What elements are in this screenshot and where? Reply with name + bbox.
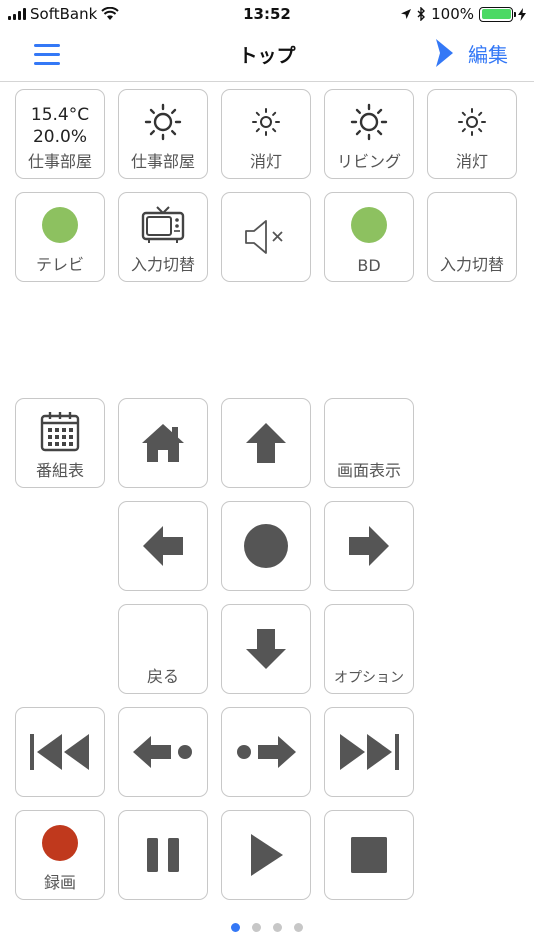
humidity-value: 20.0% (32, 127, 87, 147)
charging-icon (518, 7, 526, 21)
down-button[interactable] (221, 604, 311, 694)
light-work-room-label: 仕事部屋 (130, 152, 195, 171)
option-button[interactable]: オプション (324, 604, 414, 694)
env-sensor-button[interactable]: 15.4°C 20.0% 仕事部屋 (15, 89, 105, 179)
option-label: オプション (334, 670, 404, 686)
record-button[interactable]: 録画 (15, 810, 105, 900)
power-on-indicator-icon (42, 207, 78, 243)
back-button[interactable]: 戻る (118, 604, 208, 694)
nav-bar: トップ 編集 (0, 28, 534, 82)
light-off-living-label: 消灯 (455, 152, 488, 171)
record-icon (42, 825, 78, 861)
tv-icon (141, 206, 185, 243)
status-bar: SoftBank 13:52 100% (0, 0, 534, 28)
power-on-indicator-icon (351, 207, 387, 243)
stop-icon (351, 837, 387, 873)
fast-forward-button[interactable] (221, 707, 311, 797)
enter-circle-icon (244, 524, 288, 568)
tv-input-switch-label: 入力切替 (130, 255, 195, 274)
rewind-button[interactable] (118, 707, 208, 797)
mute-button[interactable] (221, 192, 311, 282)
sun-icon (350, 103, 388, 141)
play-icon (251, 834, 283, 876)
skip-next-button[interactable] (324, 707, 414, 797)
screen-display-button[interactable]: 画面表示 (324, 398, 414, 488)
back-label: 戻る (146, 667, 179, 686)
sun-small-icon (252, 108, 280, 136)
mute-icon (245, 220, 283, 254)
pause-icon (147, 838, 179, 872)
bd-input-switch-button[interactable]: 入力切替 (427, 192, 517, 282)
arrow-left-icon (143, 526, 183, 566)
light-work-room-button[interactable]: 仕事部屋 (118, 89, 208, 179)
arrow-up-icon (246, 423, 286, 463)
play-arrow-icon (436, 39, 453, 67)
enter-button[interactable] (221, 501, 311, 591)
record-label: 録画 (43, 873, 76, 892)
location-icon (401, 9, 412, 19)
program-guide-button[interactable]: 番組表 (15, 398, 105, 488)
arrow-right-icon (349, 526, 389, 566)
tv-power-button[interactable]: テレビ (15, 192, 105, 282)
bd-input-switch-label: 入力切替 (439, 255, 504, 274)
tv-label: テレビ (35, 255, 84, 274)
right-button[interactable] (324, 501, 414, 591)
sun-small-icon (458, 108, 486, 136)
page-dot[interactable] (231, 923, 240, 932)
rewind-icon (133, 736, 192, 768)
page-dot[interactable] (252, 923, 261, 932)
light-off-work-button[interactable]: 消灯 (221, 89, 311, 179)
play-button[interactable] (221, 810, 311, 900)
battery-percent: 100% (431, 5, 474, 23)
tv-input-switch-button[interactable]: 入力切替 (118, 192, 208, 282)
stop-button[interactable] (324, 810, 414, 900)
edit-label: 編集 (468, 42, 508, 67)
light-living-button[interactable]: リビング (324, 89, 414, 179)
skip-previous-icon (30, 734, 89, 770)
skip-next-icon (340, 734, 399, 770)
page-indicator[interactable] (0, 923, 534, 932)
up-button[interactable] (221, 398, 311, 488)
bd-label: BD (357, 256, 381, 275)
battery-icon (479, 6, 516, 22)
temperature-value: 15.4°C (30, 105, 90, 125)
edit-button[interactable]: 編集 (434, 38, 508, 68)
sun-icon (144, 103, 182, 141)
env-room-label: 仕事部屋 (27, 152, 92, 171)
left-button[interactable] (118, 501, 208, 591)
light-living-label: リビング (336, 152, 401, 171)
bluetooth-icon (417, 7, 426, 21)
arrow-down-icon (246, 629, 286, 669)
screen-display-label: 画面表示 (336, 461, 401, 480)
calendar-icon (40, 412, 80, 452)
skip-previous-button[interactable] (15, 707, 105, 797)
home-button[interactable] (118, 398, 208, 488)
light-off-living-button[interactable]: 消灯 (427, 89, 517, 179)
bd-power-button[interactable]: BD (324, 192, 414, 282)
page-dot[interactable] (294, 923, 303, 932)
pause-button[interactable] (118, 810, 208, 900)
light-off-work-label: 消灯 (249, 152, 282, 171)
fast-forward-icon (237, 736, 296, 768)
home-icon (142, 424, 184, 462)
program-guide-label: 番組表 (35, 461, 84, 480)
page-dot[interactable] (273, 923, 282, 932)
